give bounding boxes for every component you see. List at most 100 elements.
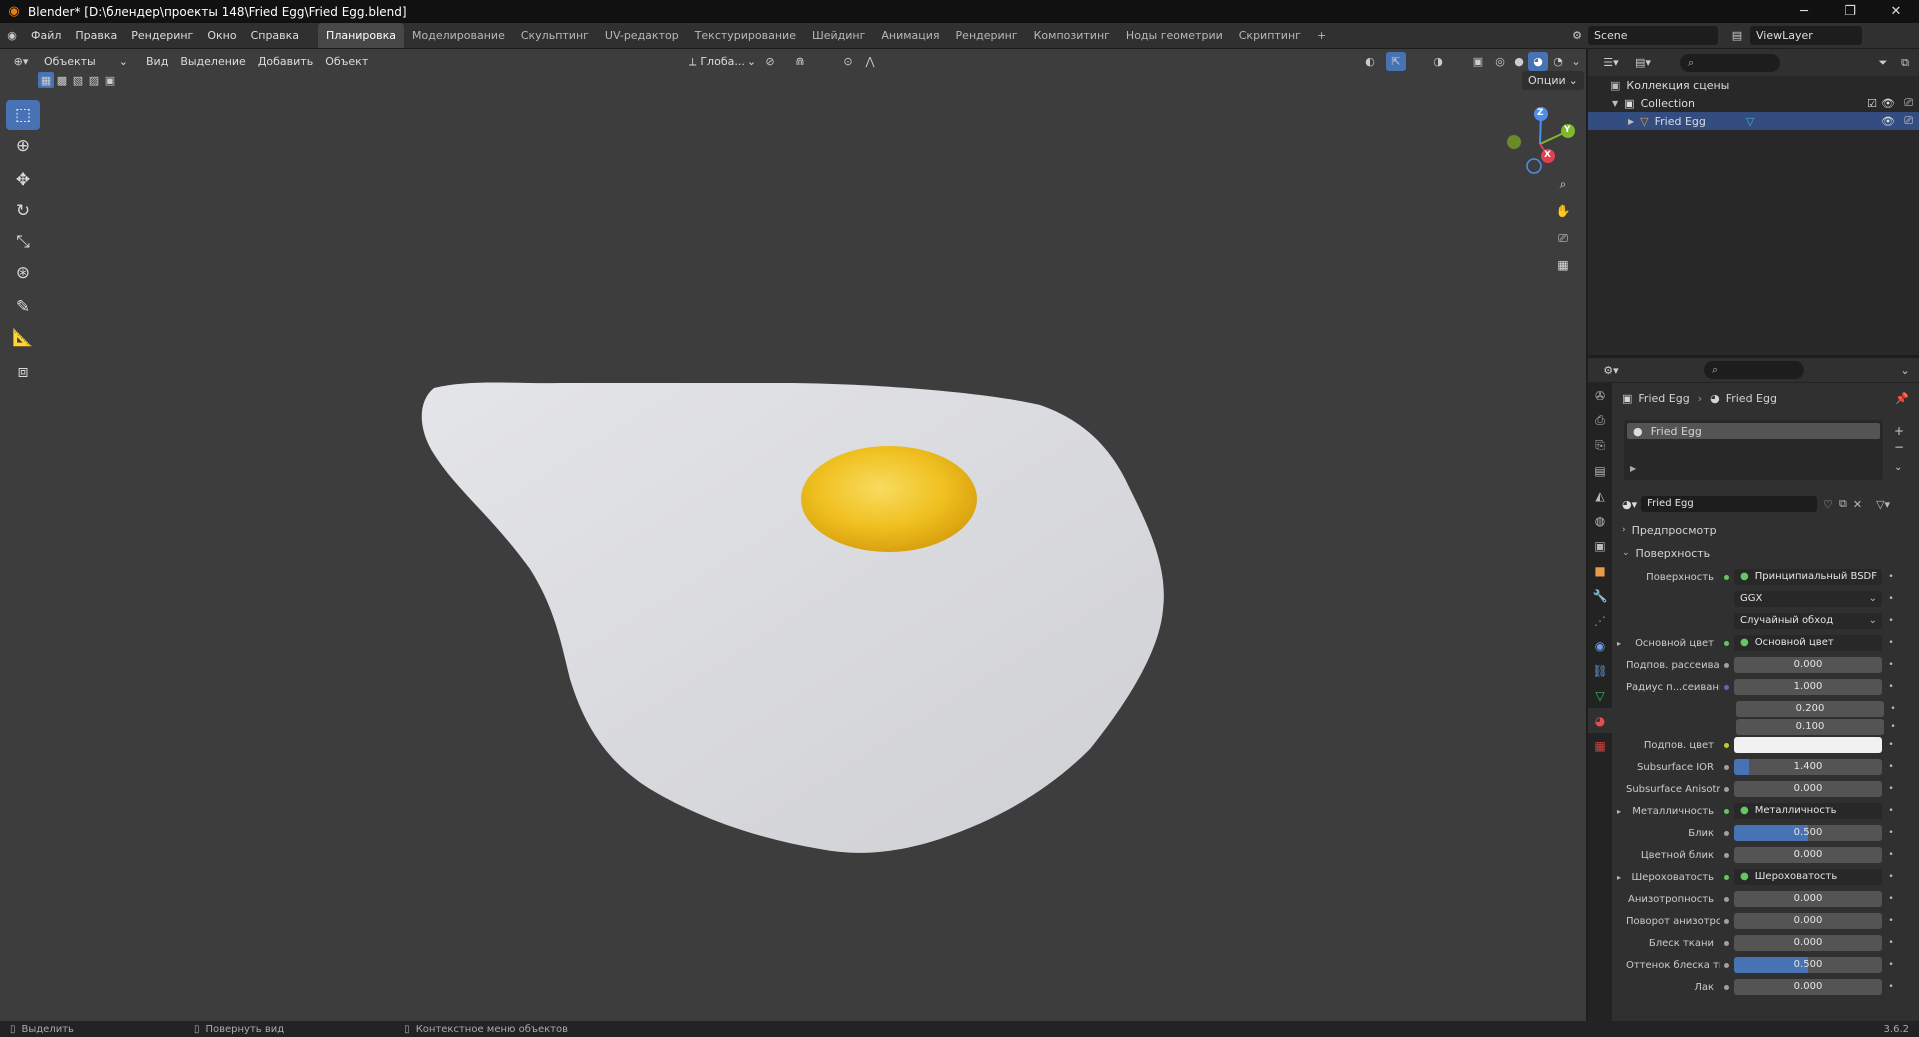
number-field[interactable]: 0.100 xyxy=(1736,719,1884,735)
keyframe-dot-icon[interactable]: • xyxy=(1886,806,1896,816)
workspace-tab-3[interactable]: UV-редактор xyxy=(597,23,687,48)
keyframe-dot-icon[interactable]: • xyxy=(1886,784,1896,794)
number-field[interactable]: 1.400 xyxy=(1734,759,1882,775)
expand-right-icon[interactable]: ▶ xyxy=(1630,464,1636,473)
menu-3[interactable]: Окно xyxy=(200,23,243,48)
linked-input[interactable]: ● Металличность xyxy=(1734,803,1882,819)
socket-icon[interactable] xyxy=(1720,783,1732,795)
render-tab-icon[interactable]: ⎙ xyxy=(1588,408,1612,433)
socket-icon[interactable] xyxy=(1720,659,1732,671)
keyframe-dot-icon[interactable]: • xyxy=(1886,572,1896,582)
workspace-tab-8[interactable]: Композитинг xyxy=(1026,23,1118,48)
filter-icon[interactable]: ⏷ xyxy=(1873,53,1893,72)
unlink-icon[interactable]: ✕ xyxy=(1853,498,1862,511)
dropdown-field[interactable]: GGX ⌄ xyxy=(1734,591,1882,607)
socket-icon[interactable] xyxy=(1720,959,1732,971)
socket-icon[interactable] xyxy=(1720,827,1732,839)
link-type-icon[interactable]: ▽▾ xyxy=(1876,498,1890,511)
tool-tab-icon[interactable]: ✇ xyxy=(1588,383,1612,408)
add-workspace-button[interactable]: + xyxy=(1309,23,1334,48)
camera-icon[interactable]: ⎚ xyxy=(1904,114,1913,128)
socket-icon[interactable] xyxy=(1720,637,1732,649)
socket-icon[interactable] xyxy=(1720,981,1732,993)
outliner-search-input[interactable]: ⌕ xyxy=(1680,53,1780,72)
collection-row[interactable]: ▼ ▣ Collection ☑ 👁 ⎚ xyxy=(1588,94,1919,112)
keyframe-dot-icon[interactable]: • xyxy=(1888,722,1898,732)
keyframe-dot-icon[interactable]: • xyxy=(1886,894,1896,904)
socket-icon[interactable] xyxy=(1720,703,1732,715)
material-slot-list[interactable]: ● Fried Egg ▶ xyxy=(1624,420,1883,480)
panel-surface-header[interactable]: ⌄ Поверхность xyxy=(1622,543,1710,563)
socket-icon[interactable] xyxy=(1720,681,1732,693)
eye-icon[interactable]: 👁 xyxy=(1881,115,1895,128)
panel-preview-header[interactable]: › Предпросмотр xyxy=(1622,520,1717,540)
properties-search-input[interactable]: ⌕ xyxy=(1704,361,1804,379)
keyframe-dot-icon[interactable]: • xyxy=(1886,916,1896,926)
keyframe-dot-icon[interactable]: • xyxy=(1886,828,1896,838)
scene-tab-icon[interactable]: ◭ xyxy=(1588,483,1612,508)
chevron-down-icon[interactable]: ⌄ xyxy=(1894,462,1902,473)
keyframe-dot-icon[interactable]: • xyxy=(1886,938,1896,948)
number-field[interactable]: 0.000 xyxy=(1734,935,1882,951)
keyframe-dot-icon[interactable]: • xyxy=(1886,660,1896,670)
number-field[interactable]: 0.000 xyxy=(1734,657,1882,673)
new-collection-icon[interactable]: ⧉ xyxy=(1895,53,1915,72)
minimize-button[interactable]: ─ xyxy=(1781,0,1827,23)
number-field[interactable]: 0.200 xyxy=(1736,701,1884,717)
workspace-tab-4[interactable]: Текстурирование xyxy=(687,23,804,48)
outliner-editor-icon[interactable]: ☰▾ xyxy=(1598,53,1624,72)
linked-input[interactable]: ● Принципиальный BSDF xyxy=(1734,569,1882,585)
mesh-data-tab-icon[interactable]: ▽ xyxy=(1588,683,1612,708)
egg-white[interactable] xyxy=(421,382,1164,853)
zoom-icon[interactable]: ⌕ xyxy=(1551,172,1575,196)
expand-right-icon[interactable]: ▸ xyxy=(1612,807,1626,816)
workspace-tab-10[interactable]: Скриптинг xyxy=(1231,23,1309,48)
modifier-tab-icon[interactable]: 🔧 xyxy=(1588,583,1612,608)
add-slot-icon[interactable]: + xyxy=(1894,424,1904,438)
texture-tab-icon[interactable]: ▦ xyxy=(1588,733,1612,758)
material-slot-row[interactable]: ● Fried Egg xyxy=(1627,423,1880,439)
number-field[interactable]: 0.500 xyxy=(1734,825,1882,841)
remove-slot-icon[interactable]: − xyxy=(1894,440,1904,454)
particles-tab-icon[interactable]: ⋰ xyxy=(1588,608,1612,633)
checkbox-icon[interactable]: ☑ xyxy=(1867,97,1877,110)
keyframe-dot-icon[interactable]: • xyxy=(1886,960,1896,970)
browse-material-icon[interactable]: ◕▾ xyxy=(1622,498,1637,511)
keyframe-dot-icon[interactable]: • xyxy=(1888,704,1898,714)
socket-icon[interactable] xyxy=(1720,739,1732,751)
keyframe-dot-icon[interactable]: • xyxy=(1886,872,1896,882)
workspace-tab-0[interactable]: Планировка xyxy=(318,23,405,48)
collection-tab-icon[interactable]: ▣ xyxy=(1588,533,1612,558)
properties-editor-icon[interactable]: ⚙▾ xyxy=(1598,361,1624,380)
material-tab-icon[interactable]: ◕ xyxy=(1588,708,1612,733)
keyframe-dot-icon[interactable]: • xyxy=(1886,850,1896,860)
expand-right-icon[interactable]: ▸ xyxy=(1612,873,1626,882)
linked-input[interactable]: ● Основной цвет xyxy=(1734,635,1882,651)
view-layer-tab-icon[interactable]: ▤ xyxy=(1588,458,1612,483)
workspace-tab-1[interactable]: Моделирование xyxy=(404,23,513,48)
number-field[interactable]: 0.000 xyxy=(1734,913,1882,929)
keyframe-dot-icon[interactable]: • xyxy=(1886,762,1896,772)
workspace-tab-6[interactable]: Анимация xyxy=(873,23,947,48)
world-tab-icon[interactable]: ◍ xyxy=(1588,508,1612,533)
socket-icon[interactable] xyxy=(1720,805,1732,817)
blender-menu-icon[interactable]: ◉ xyxy=(0,29,24,42)
dropdown-field[interactable]: Случайный обход ⌄ xyxy=(1734,613,1882,629)
fried-egg-row[interactable]: ▶ ▽ Fried Egg ▽ 👁 ⎚ xyxy=(1588,112,1919,130)
scene-collection-row[interactable]: ▣ Коллекция сцены xyxy=(1588,76,1919,94)
object-tab-icon[interactable]: ■ xyxy=(1588,558,1612,583)
menu-1[interactable]: Правка xyxy=(68,23,124,48)
number-field[interactable]: 0.000 xyxy=(1734,781,1882,797)
camera-icon[interactable]: ⎚ xyxy=(1904,96,1913,110)
keyframe-dot-icon[interactable]: • xyxy=(1886,740,1896,750)
material-name-field[interactable]: Fried Egg xyxy=(1641,496,1818,512)
display-mode-icon[interactable]: ▤▾ xyxy=(1630,53,1656,72)
pin-icon[interactable]: 📌 xyxy=(1895,392,1909,405)
fake-user-icon[interactable]: ♡ xyxy=(1823,498,1833,511)
socket-icon[interactable] xyxy=(1720,721,1732,733)
keyframe-dot-icon[interactable]: • xyxy=(1886,638,1896,648)
physics-tab-icon[interactable]: ◉ xyxy=(1588,633,1612,658)
workspace-tab-9[interactable]: Ноды геометрии xyxy=(1118,23,1231,48)
socket-icon[interactable] xyxy=(1720,871,1732,883)
fried-egg-object[interactable] xyxy=(0,49,1586,1021)
